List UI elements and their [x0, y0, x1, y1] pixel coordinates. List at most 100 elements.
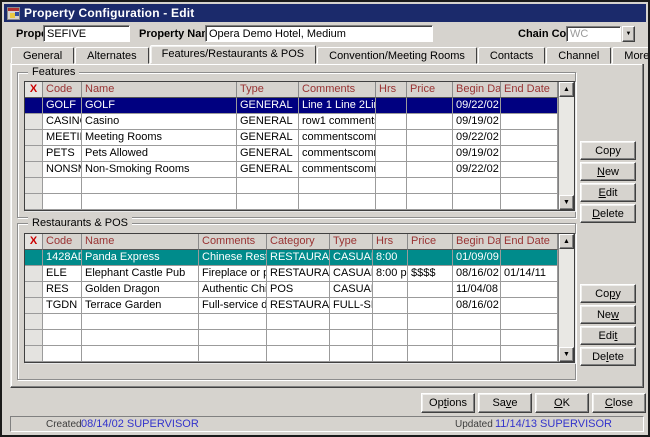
scrollbar-up-button[interactable]: ▲ [559, 82, 574, 97]
cell-type: GENERAL [237, 130, 299, 146]
column-header-begin-date: Begin Date [453, 82, 501, 98]
table-row[interactable]: MEETINGMeeting RoomsGENERALcommentscomme… [25, 130, 574, 146]
table-row[interactable]: ELEElephant Castle PubFireplace or patRE… [25, 266, 574, 282]
cell-begin-date [453, 178, 501, 194]
table-row[interactable]: RESGolden DragonAuthentic ChinesPOSCASUA… [25, 282, 574, 298]
updated-label: Updated [455, 419, 493, 430]
column-header-price: Price [407, 82, 453, 98]
restaurants-copy-button[interactable]: Copy [580, 284, 636, 303]
cell-hrs [373, 282, 408, 298]
scrollbar-up-button[interactable]: ▲ [559, 234, 574, 249]
cell-code [43, 330, 82, 346]
cell-end-date: 01/14/11 [501, 266, 558, 282]
status-bar: Created 08/14/02 SUPERVISOR Updated 11/1… [10, 416, 644, 432]
cell-begin-date: 09/22/02 [453, 98, 501, 114]
cell-category [267, 314, 330, 330]
cell-price [407, 146, 453, 162]
cell-name [82, 314, 199, 330]
cell-price [407, 130, 453, 146]
column-header-code: Code [43, 234, 82, 250]
vertical-scrollbar[interactable]: ▲▼ [558, 82, 574, 210]
features-edit-button[interactable]: Edit [580, 183, 636, 202]
cell-end-date [501, 282, 558, 298]
column-header-x: X [25, 234, 43, 250]
column-header-category: Category [267, 234, 330, 250]
cell-end-date [501, 130, 558, 146]
table-row[interactable] [25, 330, 574, 346]
tab-more[interactable]: More [612, 47, 650, 64]
cell-comments: row1 comments o [299, 114, 376, 130]
tab-general[interactable]: General [11, 47, 74, 64]
cell-end-date [501, 250, 558, 266]
tab-convention-meeting-rooms[interactable]: Convention/Meeting Rooms [317, 47, 477, 64]
cell-end-date [501, 346, 558, 362]
tab-content-panel: Features XCodeNameTypeCommentsHrsPriceBe… [10, 63, 644, 388]
features-delete-button[interactable]: Delete [580, 204, 636, 223]
cell-x [25, 162, 43, 178]
cell-price [408, 330, 453, 346]
table-row[interactable]: TGDNTerrace GardenFull-service dininREST… [25, 298, 574, 314]
cell-hrs [376, 194, 407, 210]
restaurants-new-button[interactable]: New [580, 305, 636, 324]
column-header-type: Type [237, 82, 299, 98]
cell-end-date [501, 146, 558, 162]
ok-button[interactable]: OK [535, 393, 589, 413]
cell-x [25, 146, 43, 162]
footer-button-row: OptionsSaveOKClose [421, 393, 646, 413]
table-row[interactable] [25, 346, 574, 362]
restaurants-delete-button[interactable]: Delete [580, 347, 636, 366]
table-row[interactable]: 1428ADPanda ExpressChinese RestauRESTAUR… [25, 250, 574, 266]
window-icon [7, 7, 20, 20]
scrollbar-down-button[interactable]: ▼ [559, 195, 574, 210]
table-row[interactable] [25, 314, 574, 330]
cell-name: Casino [82, 114, 237, 130]
scrollbar-down-button[interactable]: ▼ [559, 347, 574, 362]
cell-x [25, 266, 43, 282]
close-button[interactable]: Close [592, 393, 646, 413]
cell-price [408, 346, 453, 362]
table-row[interactable]: PETSPets AllowedGENERALcommentscomme09/1… [25, 146, 574, 162]
save-button[interactable]: Save [478, 393, 532, 413]
features-copy-button[interactable]: Copy [580, 141, 636, 160]
cell-hrs [373, 346, 408, 362]
cell-type: FULL-SER [330, 298, 373, 314]
column-header-hrs: Hrs [376, 82, 407, 98]
restaurants-edit-button[interactable]: Edit [580, 326, 636, 345]
cell-type [330, 314, 373, 330]
table-row[interactable] [25, 178, 574, 194]
cell-category [267, 330, 330, 346]
created-value: 08/14/02 SUPERVISOR [81, 418, 199, 430]
table-row[interactable]: GOLFGOLFGENERALLine 1 Line 2Line09/22/02 [25, 98, 574, 114]
tab-contacts[interactable]: Contacts [478, 47, 545, 64]
cell-hrs [376, 114, 407, 130]
cell-hrs [373, 298, 408, 314]
chain-code-input[interactable] [566, 26, 621, 42]
cell-price [408, 250, 453, 266]
chain-code-lov-button[interactable]: ▼ [622, 26, 635, 42]
cell-hrs [373, 330, 408, 346]
column-header-hrs: Hrs [373, 234, 408, 250]
property-name-input[interactable] [205, 25, 433, 42]
table-header-row: XCodeNameTypeCommentsHrsPriceBegin DateE… [25, 82, 574, 98]
cell-begin-date: 09/19/02 [453, 146, 501, 162]
cell-x [25, 130, 43, 146]
table-row[interactable]: CASINOCasinoGENERALrow1 comments o09/19/… [25, 114, 574, 130]
cell-comments: commentscomme [299, 146, 376, 162]
cell-name: Golden Dragon [82, 282, 199, 298]
cell-end-date [501, 194, 558, 210]
options-button[interactable]: Options [421, 393, 475, 413]
property-input[interactable] [43, 25, 130, 42]
table-header-row: XCodeNameCommentsCategoryTypeHrsPriceBeg… [25, 234, 574, 250]
table-row[interactable]: NONSMKNon-Smoking RoomsGENERALcommentsco… [25, 162, 574, 178]
table-row[interactable] [25, 194, 574, 210]
tab-channel[interactable]: Channel [546, 47, 611, 64]
cell-x [25, 298, 43, 314]
vertical-scrollbar[interactable]: ▲▼ [558, 234, 574, 362]
features-new-button[interactable]: New [580, 162, 636, 181]
title-bar[interactable]: Property Configuration - Edit [4, 4, 646, 22]
created-label: Created [46, 419, 82, 430]
tab-alternates[interactable]: Alternates [75, 47, 149, 64]
tab-features-restaurants-pos[interactable]: Features/Restaurants & POS [150, 45, 316, 64]
cell-comments [299, 194, 376, 210]
cell-x [25, 114, 43, 130]
